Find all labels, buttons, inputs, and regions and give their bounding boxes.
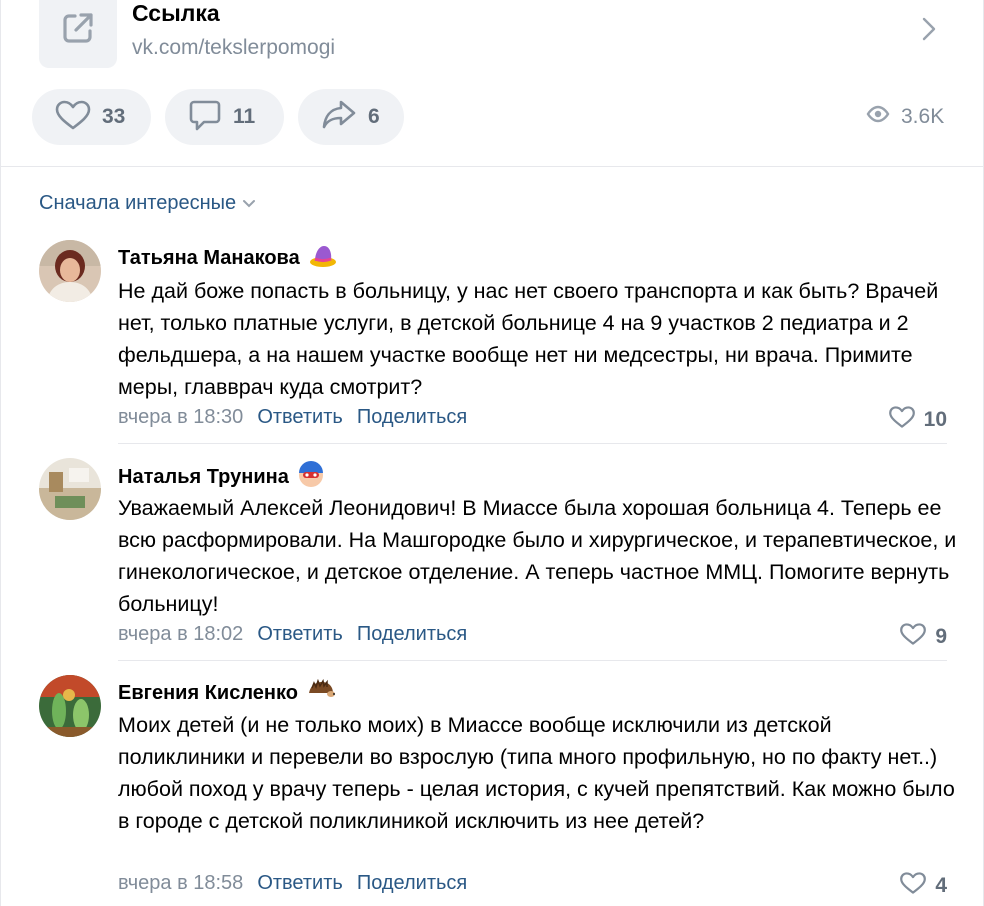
sort-dropdown[interactable]: Сначала интересные	[39, 192, 256, 215]
author-name[interactable]: Наталья Трунина	[118, 466, 289, 489]
comment-author[interactable]: Татьяна Манакова	[118, 242, 338, 274]
comment-time[interactable]: вчера в 18:58	[118, 872, 243, 895]
comment-like-button[interactable]: 10	[888, 405, 947, 435]
post-card: Ссылка vk.com/tekslerpomogi 33 11 6 3.6K…	[0, 0, 984, 906]
reply-button[interactable]: Ответить	[257, 406, 343, 429]
superhero-sticker-icon	[297, 460, 325, 494]
avatar[interactable]	[39, 458, 101, 520]
comment-like-button[interactable]: 4	[899, 871, 947, 901]
author-name[interactable]: Евгения Кисленко	[118, 682, 298, 705]
comment-count: 11	[233, 105, 256, 128]
heart-icon	[54, 99, 92, 136]
avatar[interactable]	[39, 675, 101, 737]
like-count: 33	[102, 105, 126, 128]
comment-text: Не дай боже попасть в больницу, у нас не…	[118, 279, 939, 399]
reply-button[interactable]: Ответить	[257, 872, 343, 895]
comment-time[interactable]: вчера в 18:02	[118, 623, 243, 646]
comment-meta: вчера в 18:02 Ответить Поделиться	[118, 623, 467, 646]
share-comment-button[interactable]: Поделиться	[357, 623, 467, 646]
like-button[interactable]: 33	[32, 89, 151, 145]
hat-sticker-icon	[308, 242, 338, 274]
reply-button[interactable]: Ответить	[257, 623, 343, 646]
views-count: 3.6K	[901, 104, 945, 128]
comment-separator	[118, 443, 947, 444]
views-counter: 3.6K	[865, 104, 944, 129]
comment-button[interactable]: 11	[165, 89, 284, 145]
external-link-icon	[39, 0, 117, 68]
link-title[interactable]: Ссылка	[132, 0, 220, 27]
comment-author[interactable]: Евгения Кисленко	[118, 678, 336, 707]
share-comment-button[interactable]: Поделиться	[357, 406, 467, 429]
comment-meta: вчера в 18:30 Ответить Поделиться	[118, 406, 467, 429]
comment-like-count: 10	[923, 408, 947, 431]
comment-text: Уважаемый Алексей Леонидович! В Миассе б…	[118, 496, 957, 616]
heart-icon	[888, 405, 916, 435]
chevron-down-icon	[236, 192, 256, 215]
author-name[interactable]: Татьяна Манакова	[118, 247, 300, 270]
heart-icon	[899, 871, 927, 901]
share-comment-button[interactable]: Поделиться	[357, 872, 467, 895]
share-button[interactable]: 6	[298, 89, 404, 145]
divider	[1, 166, 984, 167]
eye-icon	[865, 104, 891, 129]
heart-icon	[899, 622, 927, 652]
comment-like-count: 9	[935, 625, 947, 648]
sort-label: Сначала интересные	[39, 192, 237, 214]
comment-time[interactable]: вчера в 18:30	[118, 406, 243, 429]
comment-author[interactable]: Наталья Трунина	[118, 460, 325, 494]
share-count: 6	[368, 105, 380, 128]
avatar[interactable]	[39, 240, 101, 302]
comment-icon	[187, 97, 223, 138]
comment-like-button[interactable]: 9	[899, 622, 947, 652]
share-icon	[320, 98, 358, 137]
comment-separator	[118, 660, 947, 661]
comment-meta: вчера в 18:58 Ответить Поделиться	[118, 872, 467, 895]
link-url[interactable]: vk.com/tekslerpomogi	[132, 36, 335, 60]
hedgehog-sticker-icon	[306, 678, 336, 707]
chevron-right-icon[interactable]	[919, 16, 939, 47]
comment-text: Моих детей (и не только моих) в Миассе в…	[118, 713, 955, 833]
comment-like-count: 4	[935, 874, 947, 897]
